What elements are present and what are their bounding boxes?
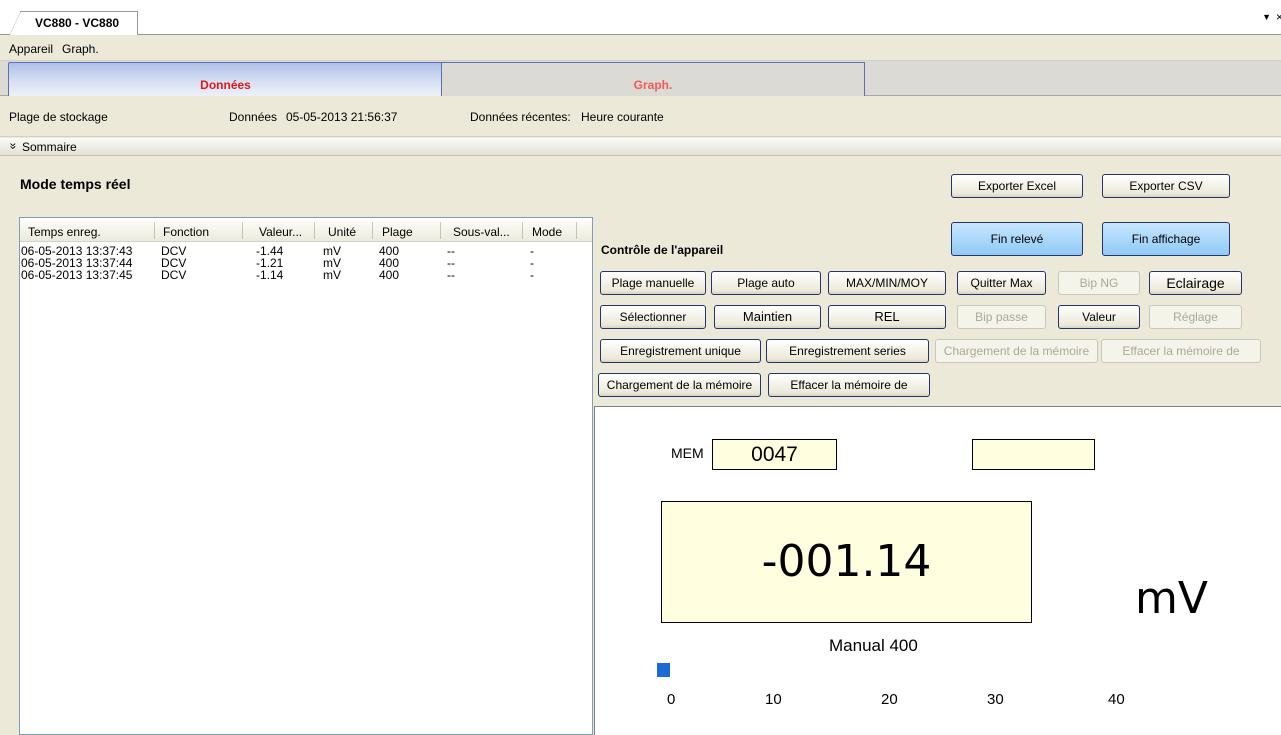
hold-button[interactable]: Maintien <box>714 305 821 329</box>
cell-subvalue: -- <box>447 268 455 282</box>
column-separator[interactable] <box>154 222 155 239</box>
scale-tick-0: 0 <box>667 691 676 708</box>
exit-max-button[interactable]: Quitter Max <box>957 271 1046 295</box>
memory-clear-button-disabled[interactable]: Effacer la mémoire de <box>1101 339 1261 363</box>
data-timestamp: 05-05-2013 21:56:37 <box>286 110 398 124</box>
scale-tick-10: 10 <box>765 691 782 708</box>
recent-data-value: Heure courante <box>581 110 664 124</box>
rel-button[interactable]: REL <box>828 305 946 329</box>
stop-display-button[interactable]: Fin affichage <box>1102 222 1230 256</box>
beep-ng-button[interactable]: Bip NG <box>1058 271 1140 295</box>
document-tab-bar: VC880 - VC880 ▼ × <box>0 0 1281 36</box>
recent-data-label: Données récentes: <box>470 110 571 124</box>
tab-donnees[interactable]: Données <box>8 62 443 96</box>
scale-tick-30: 30 <box>987 691 1004 708</box>
bargraph-fill <box>657 663 670 677</box>
column-header-range[interactable]: Plage <box>382 225 413 239</box>
column-header-time[interactable]: Temps enreg. <box>28 225 101 239</box>
export-excel-button[interactable]: Exporter Excel <box>951 174 1083 198</box>
expand-chevron-icon[interactable]: » <box>6 143 20 150</box>
stop-recording-button[interactable]: Fin relevé <box>951 222 1083 256</box>
auto-range-button[interactable]: Plage auto <box>711 271 821 295</box>
menu-bar: Appareil Graph. <box>0 35 1281 61</box>
table-header: Temps enreg. Fonction Valeur... Unité Pl… <box>20 218 592 242</box>
menu-graph[interactable]: Graph. <box>62 42 99 56</box>
tab-graph[interactable]: Graph. <box>441 62 865 96</box>
column-header-mode[interactable]: Mode <box>532 225 562 239</box>
storage-label: Plage de stockage <box>9 110 108 124</box>
document-tab-vc880[interactable]: VC880 - VC880 <box>9 11 138 36</box>
cell-function: DCV <box>161 268 187 282</box>
cell-mode: - <box>530 268 534 282</box>
storage-info-row: Plage de stockage Données 05-05-2013 21:… <box>0 97 1281 137</box>
column-header-unit[interactable]: Unité <box>328 225 356 239</box>
main-reading-display: -001.14 <box>661 501 1032 623</box>
device-control-title: Contrôle de l'appareil <box>601 243 724 257</box>
column-header-value[interactable]: Valeur... <box>259 225 302 239</box>
main-tab-strip: Données Graph. <box>0 61 1281 96</box>
mem-label: MEM <box>671 445 704 461</box>
summary-label[interactable]: Sommaire <box>22 140 77 154</box>
table-row[interactable]: 06-05-2013 13:37:45 DCV -1.14 mV 400 -- … <box>20 269 592 281</box>
memory-counter-display: 0047 <box>712 439 837 470</box>
select-button[interactable]: Sélectionner <box>600 305 706 329</box>
column-separator[interactable] <box>440 222 441 239</box>
value-button[interactable]: Valeur <box>1058 305 1140 329</box>
column-separator[interactable] <box>372 222 373 239</box>
cell-value: -1.14 <box>256 268 284 282</box>
summary-section-header[interactable]: » Sommaire <box>0 138 1281 156</box>
range-mode-label: Manual 400 <box>829 636 918 655</box>
column-separator[interactable] <box>522 222 523 239</box>
export-csv-button[interactable]: Exporter CSV <box>1102 174 1230 198</box>
unit-label: mV <box>1135 573 1208 624</box>
column-separator[interactable] <box>576 222 577 239</box>
memory-load-button[interactable]: Chargement de la mémoire <box>598 373 761 397</box>
dropdown-arrow-icon[interactable]: ▼ <box>1262 12 1271 22</box>
memory-load-button-disabled[interactable]: Chargement de la mémoire <box>935 339 1098 363</box>
analog-bargraph <box>657 663 1141 677</box>
max-min-avg-button[interactable]: MAX/MIN/MOY <box>828 271 946 295</box>
settings-button[interactable]: Réglage <box>1149 305 1242 329</box>
series-record-button[interactable]: Enregistrement series <box>766 339 929 363</box>
scale-tick-40: 40 <box>1108 691 1125 708</box>
single-record-button[interactable]: Enregistrement unique <box>600 339 761 363</box>
scale-tick-20: 20 <box>881 691 898 708</box>
memory-clear-button[interactable]: Effacer la mémoire de <box>768 373 930 397</box>
column-header-subvalue[interactable]: Sous-val... <box>453 225 510 239</box>
column-separator[interactable] <box>314 222 315 239</box>
cell-time: 06-05-2013 13:37:45 <box>21 268 133 282</box>
column-separator[interactable] <box>242 222 243 239</box>
secondary-display <box>972 439 1095 470</box>
realtime-data-table[interactable]: Temps enreg. Fonction Valeur... Unité Pl… <box>19 217 593 735</box>
data-label: Données <box>229 110 278 124</box>
cell-range: 400 <box>379 268 400 282</box>
menu-appareil[interactable]: Appareil <box>9 42 53 56</box>
meter-display-panel: MEM 0047 -001.14 mV Manual 400 0 10 20 3… <box>594 406 1281 735</box>
manual-range-button[interactable]: Plage manuelle <box>600 271 706 295</box>
realtime-mode-title: Mode temps réel <box>20 176 131 192</box>
beep-pass-button[interactable]: Bip passe <box>957 305 1046 329</box>
cell-unit: mV <box>323 268 341 282</box>
close-icon[interactable]: × <box>1276 10 1281 24</box>
column-header-function[interactable]: Fonction <box>163 225 209 239</box>
backlight-button[interactable]: Eclairage <box>1149 271 1242 295</box>
